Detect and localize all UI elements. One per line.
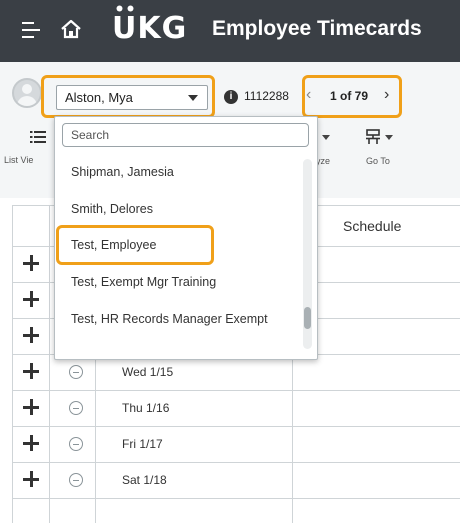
analyze-chevron-down-icon[interactable] (322, 135, 330, 140)
row-date: Thu 1/16 (122, 401, 170, 415)
dropdown-option[interactable]: Test, Exempt Mgr Training (71, 275, 216, 289)
row-date: Wed 1/15 (122, 365, 174, 379)
page-title: Employee Timecards (212, 17, 422, 40)
table-row: Wed 1/15 (13, 355, 460, 391)
table-row: Sat 1/18 (13, 463, 460, 499)
add-row-icon[interactable] (23, 471, 39, 487)
remove-row-icon[interactable] (69, 401, 83, 415)
add-row-icon[interactable] (23, 363, 39, 379)
dropdown-scrollbar-thumb[interactable] (304, 307, 311, 329)
ukg-logo: UKG (112, 11, 188, 46)
add-row-icon[interactable] (23, 399, 39, 415)
remove-row-icon[interactable] (69, 365, 83, 379)
option-highlight (56, 225, 214, 265)
table-row: Fri 1/17 (13, 427, 460, 463)
pager-highlight (302, 75, 402, 118)
hamburger-icon[interactable] (22, 22, 40, 38)
go-to-icon[interactable] (366, 129, 380, 145)
table-row: Thu 1/16 (13, 391, 460, 427)
row-date: Fri 1/17 (122, 437, 163, 451)
analyze-label[interactable]: yze (316, 156, 330, 166)
employee-select-highlight (41, 75, 215, 118)
go-to-chevron-down-icon[interactable] (385, 135, 393, 140)
remove-row-icon[interactable] (69, 473, 83, 487)
info-icon[interactable]: i (224, 90, 238, 104)
avatar (12, 78, 42, 108)
column-header-schedule: Schedule (343, 218, 402, 234)
remove-row-icon[interactable] (69, 437, 83, 451)
add-row-icon[interactable] (23, 291, 39, 307)
dropdown-option[interactable]: Test, HR Records Manager Exempt (71, 312, 268, 326)
add-row-icon[interactable] (23, 327, 39, 343)
dropdown-option[interactable]: Shipman, Jamesia (71, 165, 174, 179)
add-row-icon[interactable] (23, 435, 39, 451)
top-bar: UKG Employee Timecards (0, 0, 460, 62)
list-view-label[interactable]: List Vie (4, 155, 33, 165)
add-row-icon[interactable] (23, 255, 39, 271)
search-input[interactable]: Search (62, 123, 309, 147)
list-view-icon[interactable] (30, 130, 46, 144)
row-date: Sat 1/18 (122, 473, 167, 487)
home-icon[interactable] (60, 19, 82, 39)
employee-id: 1112288 (244, 89, 289, 103)
go-to-label[interactable]: Go To (366, 156, 390, 166)
dropdown-option[interactable]: Smith, Delores (71, 202, 153, 216)
